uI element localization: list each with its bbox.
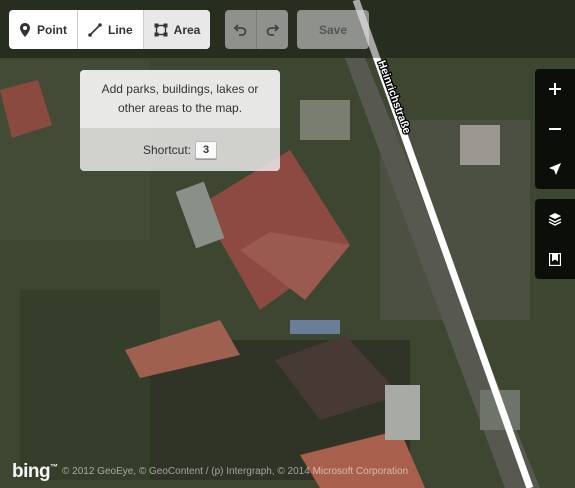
imagery-attribution: © 2012 GeoEye, © GeoContent / (p) Interg… bbox=[62, 466, 409, 477]
map-controls bbox=[535, 69, 575, 279]
redo-button[interactable] bbox=[256, 10, 288, 49]
top-toolbar: Point Line Area Save bbox=[0, 0, 575, 58]
add-line-label: Line bbox=[108, 22, 133, 37]
area-icon bbox=[154, 23, 168, 36]
layers-icon bbox=[548, 213, 562, 226]
help-button[interactable] bbox=[535, 239, 575, 279]
plus-icon bbox=[549, 83, 561, 95]
save-button[interactable]: Save bbox=[297, 10, 369, 49]
tooltip-shortcut: Shortcut: 3 bbox=[80, 128, 280, 171]
add-point-label: Point bbox=[37, 22, 67, 37]
add-feature-buttons: Point Line Area bbox=[9, 10, 211, 49]
zoom-in-button[interactable] bbox=[535, 69, 575, 109]
add-area-label: Area bbox=[173, 22, 201, 37]
undo-icon bbox=[234, 23, 247, 36]
shortcut-label: Shortcut: bbox=[142, 142, 192, 157]
point-icon bbox=[20, 22, 30, 37]
background-settings-button[interactable] bbox=[535, 199, 575, 239]
bing-logo: bing™ bbox=[12, 461, 58, 482]
map-canvas[interactable]: Heinrichstraße Point Line Area Save Add … bbox=[0, 0, 575, 488]
area-tooltip: Add parks, buildings, lakes or other are… bbox=[80, 70, 280, 171]
add-line-button[interactable]: Line bbox=[78, 10, 144, 49]
minus-icon bbox=[549, 128, 561, 130]
shortcut-key: 3 bbox=[195, 140, 218, 159]
location-arrow-icon bbox=[549, 163, 561, 175]
add-point-button[interactable]: Point bbox=[9, 10, 78, 49]
undo-redo-buttons bbox=[225, 10, 288, 49]
add-area-button[interactable]: Area bbox=[143, 10, 211, 49]
undo-button[interactable] bbox=[225, 10, 256, 49]
book-icon bbox=[549, 252, 561, 266]
line-icon bbox=[88, 22, 102, 37]
redo-icon bbox=[266, 23, 279, 36]
zoom-out-button[interactable] bbox=[535, 109, 575, 149]
locate-button[interactable] bbox=[535, 149, 575, 189]
tooltip-text: Add parks, buildings, lakes or other are… bbox=[80, 70, 280, 128]
